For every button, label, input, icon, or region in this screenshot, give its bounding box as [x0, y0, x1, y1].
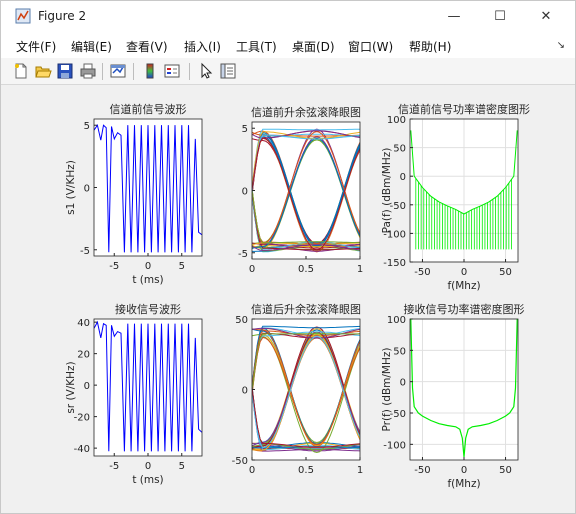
plot-title: 信道前信号功率谱密度图形 — [398, 102, 530, 116]
y-tick-label: 0 — [400, 172, 406, 183]
maximize-icon: ☐ — [494, 9, 506, 24]
x-tick-label: 50 — [499, 267, 512, 278]
x-tick-label: 0.5 — [298, 465, 314, 476]
y-tick-label: 50 — [393, 144, 406, 155]
y-tick-label: 5 — [242, 124, 248, 135]
y-tick-label: -40 — [74, 444, 90, 455]
y-tick-label: 20 — [77, 350, 90, 361]
insert-legend-icon[interactable] — [163, 62, 181, 80]
toolbar-separator — [102, 63, 103, 80]
pointer-icon[interactable] — [197, 62, 215, 80]
title-bar[interactable]: Figure 2 — ☐ ✕ — [1, 1, 575, 32]
y-tick-label: 0 — [84, 184, 90, 195]
menu-desktop[interactable]: 桌面(D) — [292, 38, 335, 55]
window-title: Figure 2 — [38, 9, 87, 23]
y-tick-label: 50 — [235, 315, 248, 326]
y-tick-label: -150 — [383, 258, 406, 269]
open-file-icon[interactable] — [34, 62, 52, 80]
property-editor-icon[interactable] — [219, 62, 237, 80]
x-tick-label: -5 — [109, 461, 119, 472]
x-tick-label: 1 — [357, 264, 363, 275]
x-axis-label: t (ms) — [132, 274, 163, 286]
subplot-4: -5 0 5-40-2002040接收信号波形t (ms)sr (V/KHz) — [65, 302, 203, 486]
figure-canvas: -5 0 5 -5 0 5 信道前信号波形 t (ms) s1 (V/KHz) 0 0.5 1 -5 0 5… — [9, 86, 569, 506]
x-tick-label: 0 — [249, 465, 255, 476]
y-tick-label: -100 — [383, 440, 406, 451]
y-tick-label: 0 — [84, 381, 90, 392]
subplot-5: 0 0.5 1-50050信道后升余弦滚降眼图 — [232, 302, 364, 476]
x-tick-label: 0.5 — [298, 264, 314, 275]
toolbar-separator — [133, 63, 134, 80]
x-tick-label: 0 — [461, 465, 467, 476]
subplot-2: 0 0.5 1-505信道前升余弦滚降眼图 — [238, 105, 363, 275]
new-figure-icon[interactable] — [12, 62, 30, 80]
y-axis-label: s1 (V/KHz) — [65, 160, 77, 215]
insert-colorbar-icon[interactable] — [141, 62, 159, 80]
x-tick-label: 1 — [357, 465, 363, 476]
y-axis-label: sr (V/KHz) — [65, 361, 77, 413]
subplot-1: -5 0 5 -5 0 5 信道前信号波形 t (ms) s1 (V/KHz) — [65, 102, 203, 286]
y-tick-label: -5 — [80, 246, 90, 257]
x-axis-label: f(Mhz) — [447, 478, 480, 490]
x-axis-label: t (ms) — [132, 474, 163, 486]
menu-tools[interactable]: 工具(T) — [236, 38, 277, 55]
toolbar-separator — [189, 63, 190, 80]
x-tick-label: 0 — [145, 261, 151, 272]
menu-help[interactable]: 帮助(H) — [409, 38, 451, 55]
x-tick-label: 0 — [145, 461, 151, 472]
y-tick-label: 0 — [242, 386, 248, 397]
y-tick-label: 40 — [77, 318, 90, 329]
x-tick-label: -50 — [414, 465, 430, 476]
x-tick-label: 0 — [461, 267, 467, 278]
x-tick-label: 50 — [499, 465, 512, 476]
x-tick-label: 5 — [179, 261, 185, 272]
x-axis-label: f(Mhz) — [447, 280, 480, 292]
x-tick-label: 0 — [249, 264, 255, 275]
y-axis-label: Pr(f) (dBm/MHz) — [381, 348, 393, 432]
plot-title: 接收信号功率谱密度图形 — [404, 302, 525, 316]
menu-view[interactable]: 查看(V) — [126, 38, 168, 55]
menu-bar: 文件(F) 编辑(E) 查看(V) 插入(I) 工具(T) 桌面(D) 窗口(W… — [1, 32, 575, 58]
x-tick-label: -50 — [414, 267, 430, 278]
plot-title: 接收信号波形 — [115, 302, 181, 316]
y-tick-label: 0 — [242, 187, 248, 198]
minimize-icon: — — [447, 9, 461, 24]
y-tick-label: 100 — [387, 315, 406, 326]
close-button[interactable]: ✕ — [523, 1, 569, 32]
menu-overflow-icon[interactable]: ↘ — [557, 40, 565, 51]
y-tick-label: 50 — [393, 346, 406, 357]
y-tick-label: -50 — [232, 456, 248, 467]
y-tick-label: -5 — [238, 249, 248, 260]
plot-title: 信道前信号波形 — [110, 102, 187, 116]
minimize-button[interactable]: — — [431, 1, 477, 32]
toolbar — [1, 58, 575, 85]
x-tick-label: 5 — [179, 461, 185, 472]
y-tick-label: 0 — [400, 378, 406, 389]
y-tick-label: 5 — [84, 121, 90, 132]
print-icon[interactable] — [79, 62, 97, 80]
save-icon[interactable] — [56, 62, 74, 80]
close-icon: ✕ — [540, 9, 552, 24]
y-tick-label: 100 — [387, 115, 406, 126]
menu-window[interactable]: 窗口(W) — [348, 38, 393, 55]
menu-insert[interactable]: 插入(I) — [184, 38, 221, 55]
plot-title: 信道后升余弦滚降眼图 — [251, 302, 361, 316]
menu-file[interactable]: 文件(F) — [16, 38, 56, 55]
plot-title: 信道前升余弦滚降眼图 — [251, 105, 361, 119]
matlab-figure-icon — [15, 8, 31, 24]
subplot-6: -50 0 50-100-50050100接收信号功率谱密度图形f(Mhz)Pr(f… — [381, 302, 525, 490]
maximize-button[interactable]: ☐ — [477, 1, 523, 32]
figure-window: Figure 2 — ☐ ✕ 文件(F) 编辑(E) 查看(V) 插入(I) 工… — [0, 0, 576, 514]
link-plot-icon[interactable] — [109, 62, 127, 80]
x-tick-label: -5 — [109, 261, 119, 272]
menu-edit[interactable]: 编辑(E) — [71, 38, 112, 55]
subplot-grid: -5 0 5-505信道前信号波形t (ms)s1 (V/KHz)0 0.5 1-505… — [65, 102, 530, 490]
y-axis-label: Pa(f) (dBm/MHz) — [381, 148, 393, 234]
subplot-3: -50 0 50-150-100-50050100信道前信号功率谱密度图形f(Mhz… — [381, 102, 530, 292]
